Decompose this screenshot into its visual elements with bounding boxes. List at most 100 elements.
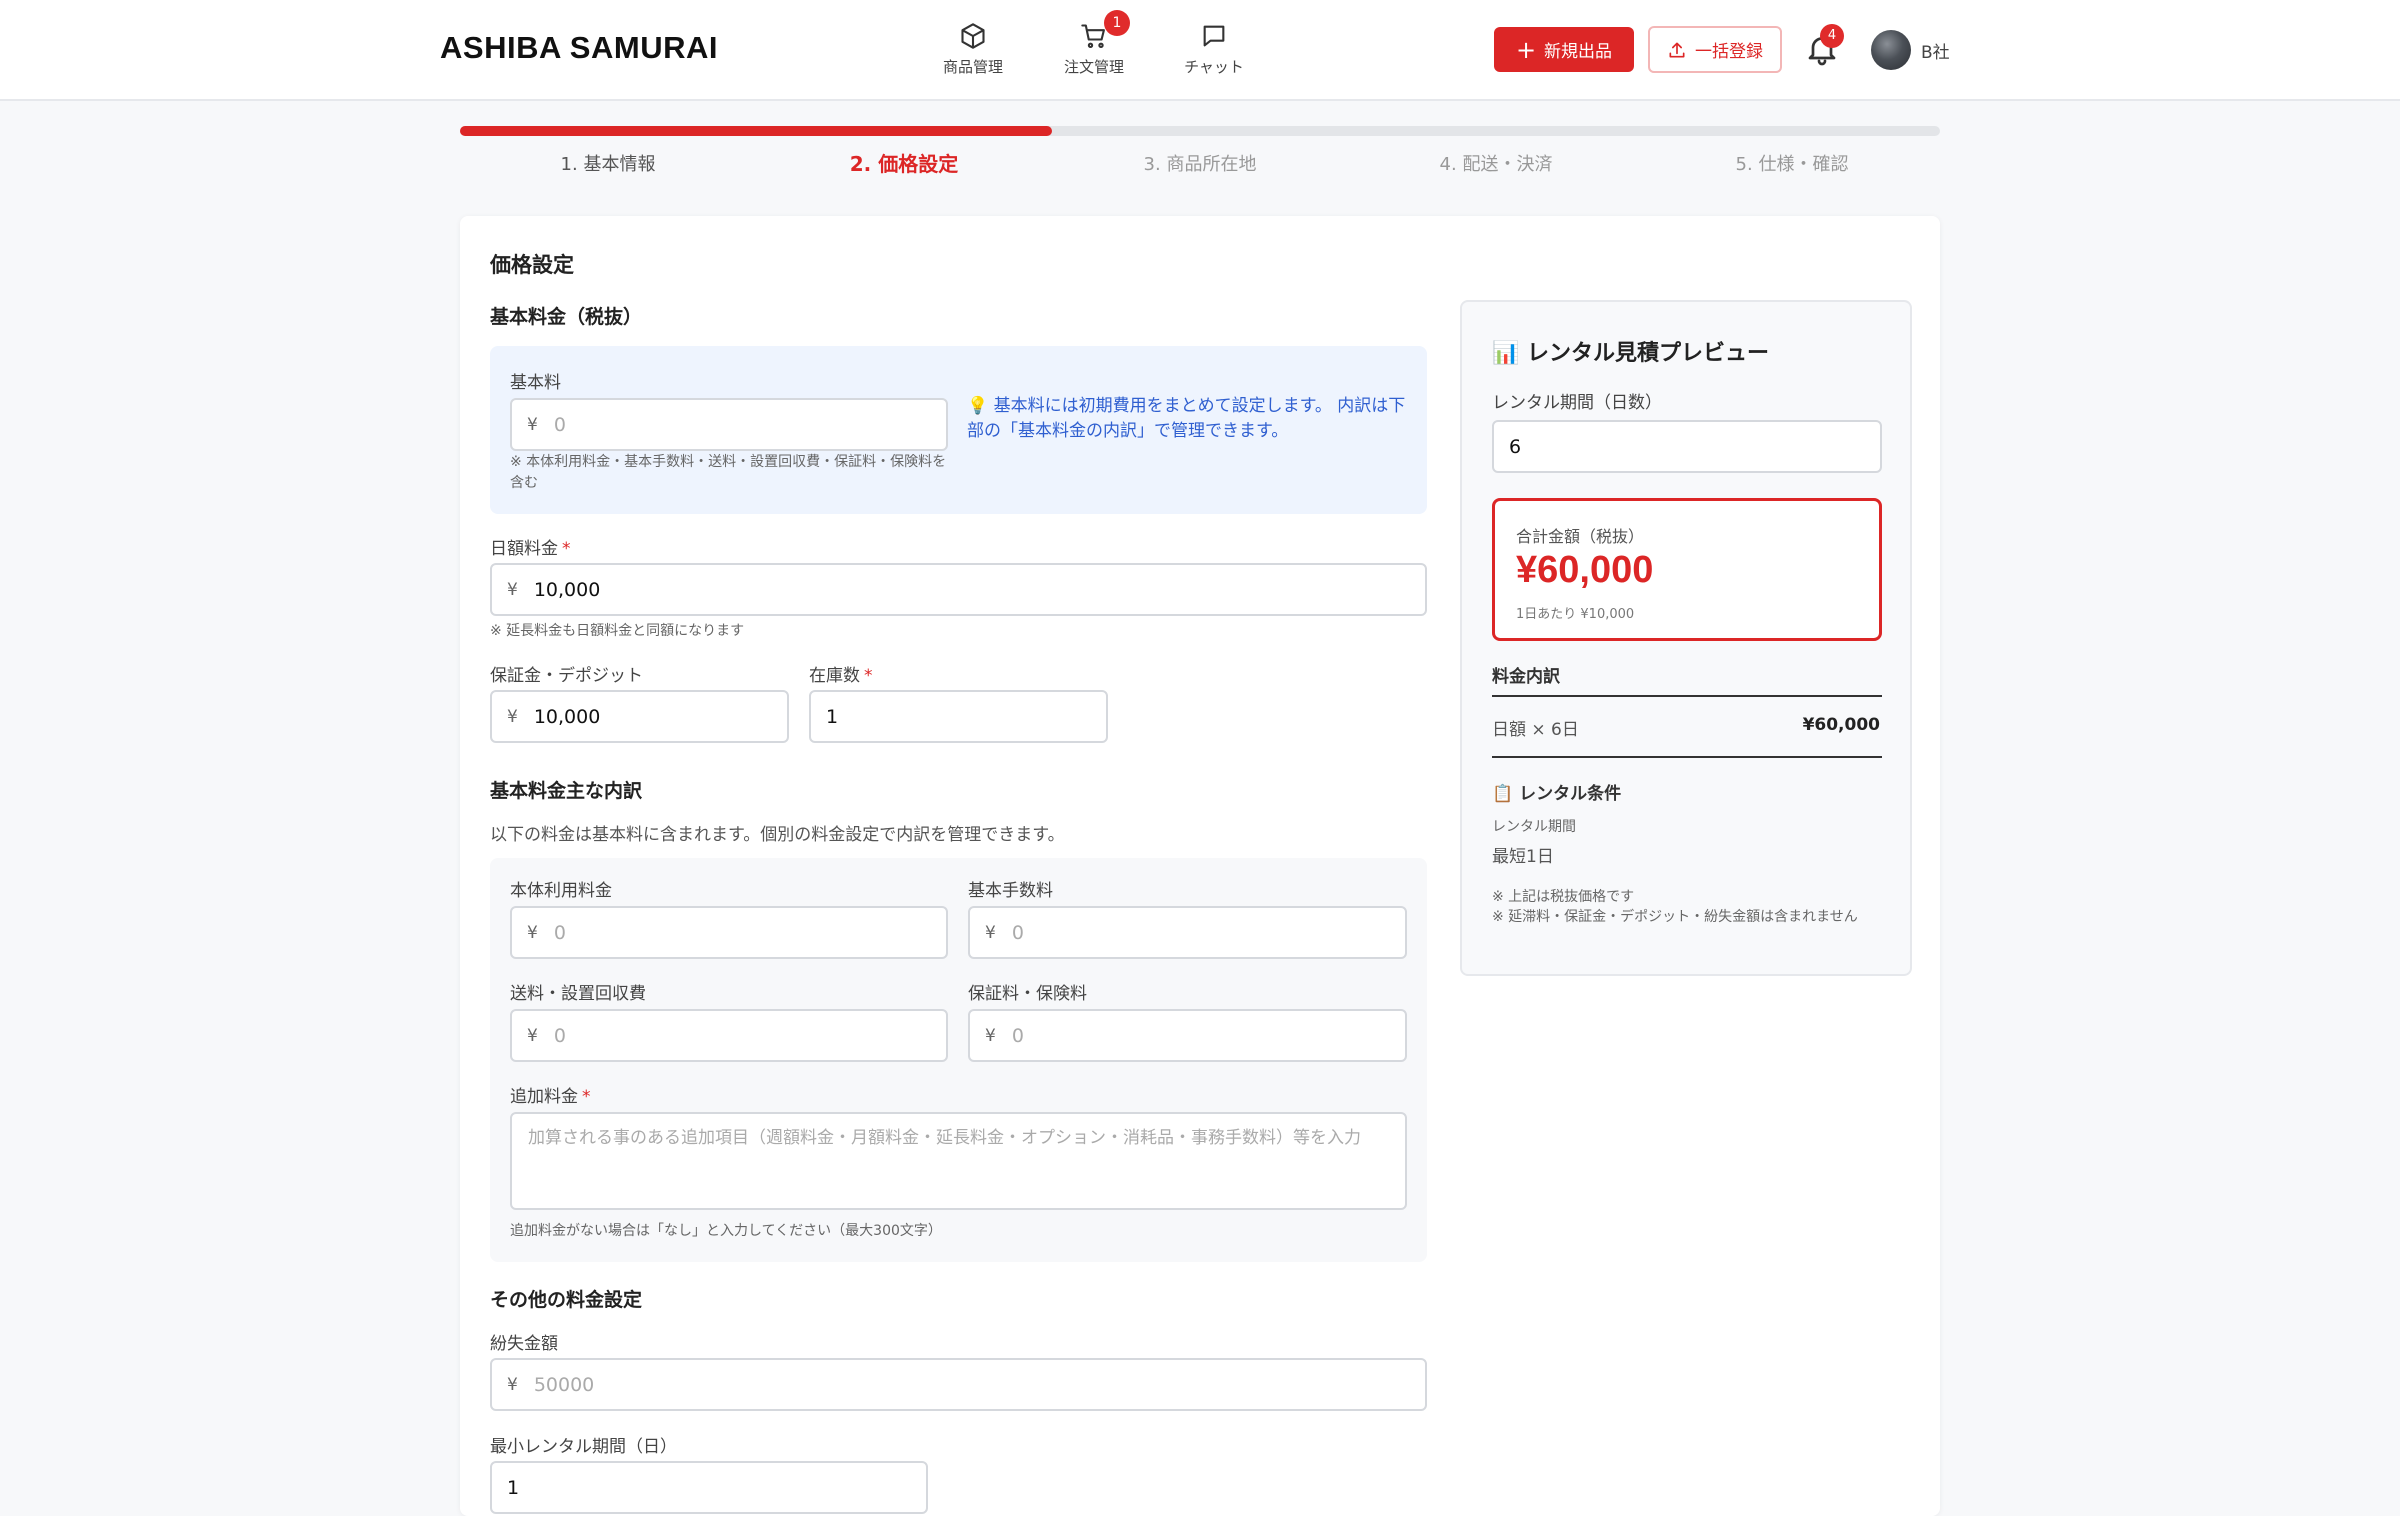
other-fees-heading: その他の料金設定 [490, 1289, 643, 1311]
basic-commission-input[interactable]: ¥ 0 [968, 906, 1407, 959]
breakdown-row-value: ¥60,000 [1802, 715, 1880, 735]
chat-icon [1203, 25, 1225, 47]
exclusion-note: ※ 延滞料・保証金・デポジット・紛失金額は含まれません [1492, 909, 1858, 925]
bulk-register-label: 一括登録 [1695, 42, 1763, 62]
required-mark: * [582, 1087, 591, 1107]
base-fee-label: 基本料 [510, 373, 561, 393]
upload-icon [1669, 42, 1685, 58]
insurance-label: 保証料・保険料 [968, 984, 1087, 1004]
step-spec-confirm[interactable]: 5. 仕様・確認 [1672, 150, 1912, 176]
total-amount: ¥60,000 [1516, 549, 1654, 591]
basic-commission-label: 基本手数料 [968, 881, 1053, 901]
nav-product-management[interactable]: 商品管理 [913, 20, 1033, 80]
box-icon [961, 23, 985, 49]
step-delivery-payment[interactable]: 4. 配送・決済 [1376, 150, 1616, 176]
divider [1492, 695, 1882, 697]
section-title: 価格設定 [490, 253, 574, 277]
nav-label: 注文管理 [1063, 58, 1124, 76]
stock-input[interactable]: 1 [809, 690, 1108, 743]
base-fee-heading: 基本料金（税抜） [490, 306, 643, 328]
estimate-preview-panel: 📊 レンタル見積プレビュー レンタル期間（日数） 6 合計金額（税抜） ¥60,… [1460, 300, 1912, 976]
body-fee-input[interactable]: ¥ 0 [510, 906, 948, 959]
step-progress-fill [460, 126, 1052, 136]
per-day-amount: 1日あたり ¥10,000 [1516, 607, 1635, 622]
min-period-input[interactable]: 1 [490, 1461, 928, 1514]
body-fee-label: 本体利用料金 [510, 881, 612, 901]
base-fee-box: 基本料 ¥ 0 ※ 本体利用料金・基本手数料・送料・設置回収費・保証料・保険料を… [490, 346, 1427, 514]
yen-sign: ¥ [507, 579, 518, 600]
bulk-register-button[interactable]: 一括登録 [1648, 26, 1782, 73]
loss-amount-placeholder: 50000 [533, 1373, 595, 1396]
brand-logo[interactable]: ASHIBA SAMURAI [440, 30, 718, 66]
user-name[interactable]: B社 [1921, 38, 1950, 63]
base-fee-input[interactable]: ¥ 0 [510, 398, 948, 451]
notification-badge: 4 [1820, 24, 1844, 48]
base-fee-note: ※ 本体利用料金・基本手数料・送料・設置回収費・保証料・保険料を含む [510, 454, 947, 491]
stock-label-text: 在庫数 [809, 666, 860, 686]
yen-sign: ¥ [527, 1025, 538, 1046]
yen-sign: ¥ [985, 1025, 996, 1046]
additional-fee-label-text: 追加料金 [510, 1087, 578, 1107]
top-header: ASHIBA SAMURAI 商品管理 注文管理 1 チャット + 新規出品 一… [0, 0, 2400, 101]
rental-period-value: 6 [1509, 435, 1522, 458]
step-progress-bar [460, 126, 1940, 136]
total-label: 合計金額（税抜） [1516, 527, 1645, 546]
shipping-placeholder: 0 [553, 1024, 566, 1047]
daily-fee-input[interactable]: ¥ 10,000 [490, 563, 1427, 616]
additional-fee-textarea[interactable]: 加算される事のある追加項目（週額料金・月額料金・延長料金・オプション・消耗品・事… [510, 1112, 1407, 1210]
insurance-input[interactable]: ¥ 0 [968, 1009, 1407, 1062]
new-listing-label: 新規出品 [1544, 42, 1613, 62]
yen-sign: ¥ [527, 922, 538, 943]
daily-fee-label-text: 日額料金 [490, 539, 558, 559]
new-listing-button[interactable]: + 新規出品 [1494, 27, 1634, 72]
loss-amount-label: 紛失金額 [490, 1334, 558, 1354]
yen-sign: ¥ [507, 1374, 518, 1395]
nav-chat[interactable]: チャット [1154, 20, 1274, 80]
deposit-value: 10,000 [533, 705, 601, 728]
yen-sign: ¥ [985, 922, 996, 943]
stock-value: 1 [826, 705, 839, 728]
rental-period-label: レンタル期間（日数） [1492, 393, 1662, 413]
shipping-input[interactable]: ¥ 0 [510, 1009, 948, 1062]
plus-icon: + [1515, 35, 1537, 64]
stock-label: 在庫数 * [809, 661, 873, 686]
nav-order-management[interactable]: 注文管理 1 [1034, 10, 1154, 80]
shipping-label: 送料・設置回収費 [510, 984, 646, 1004]
loss-amount-input[interactable]: ¥ 50000 [490, 1358, 1427, 1411]
step-pricing[interactable]: 2. 価格設定 [784, 148, 1024, 177]
nav-label: 商品管理 [942, 58, 1003, 76]
min-period-value: 1 [507, 1476, 520, 1499]
yen-sign: ¥ [507, 706, 518, 727]
tax-note: ※ 上記は税抜価格です [1492, 889, 1635, 905]
order-badge: 1 [1104, 10, 1130, 36]
base-fee-tip: 💡 基本料には初期費用をまとめて設定します。 内訳は下部の「基本料金の内訳」で管… [967, 396, 1406, 441]
daily-fee-label: 日額料金 * [490, 534, 571, 559]
body-fee-placeholder: 0 [553, 921, 566, 944]
breakdown-box: 本体利用料金 ¥ 0 基本手数料 ¥ 0 送料・設置回収費 ¥ 0 保証料・保険… [490, 858, 1427, 1262]
insurance-placeholder: 0 [1011, 1024, 1024, 1047]
base-fee-placeholder: 0 [553, 413, 566, 436]
daily-fee-value: 10,000 [533, 578, 601, 601]
additional-fee-note: 追加料金がない場合は「なし」と入力してください（最大300文字） [510, 1223, 942, 1239]
rental-conditions-heading: 📋 レンタル条件 [1492, 784, 1622, 804]
total-amount-box: 合計金額（税抜） ¥60,000 1日あたり ¥10,000 [1492, 498, 1882, 641]
divider [1492, 756, 1882, 758]
nav-label: チャット [1184, 58, 1244, 76]
deposit-input[interactable]: ¥ 10,000 [490, 690, 789, 743]
conditions-period-value: 最短1日 [1492, 847, 1554, 867]
pricing-card: 価格設定 基本料金（税抜） 基本料 ¥ 0 ※ 本体利用料金・基本手数料・送料・… [460, 216, 1940, 1516]
avatar[interactable] [1871, 30, 1911, 70]
rental-period-input[interactable]: 6 [1492, 420, 1882, 473]
required-mark: * [864, 666, 873, 686]
breakdown-desc: 以下の料金は基本料に含まれます。個別の料金設定で内訳を管理できます。 [490, 825, 1065, 845]
basic-commission-placeholder: 0 [1011, 921, 1024, 944]
breakdown-row-label: 日額 × 6日 [1492, 720, 1579, 740]
step-basic-info[interactable]: 1. 基本情報 [488, 150, 728, 176]
step-location[interactable]: 3. 商品所在地 [1080, 150, 1320, 176]
required-mark: * [562, 539, 571, 559]
yen-sign: ¥ [527, 414, 538, 435]
min-period-label: 最小レンタル期間（日） [490, 1437, 677, 1457]
conditions-period-label: レンタル期間 [1492, 819, 1576, 835]
deposit-label: 保証金・デポジット [490, 666, 643, 686]
fee-breakdown-heading: 料金内訳 [1492, 667, 1560, 687]
